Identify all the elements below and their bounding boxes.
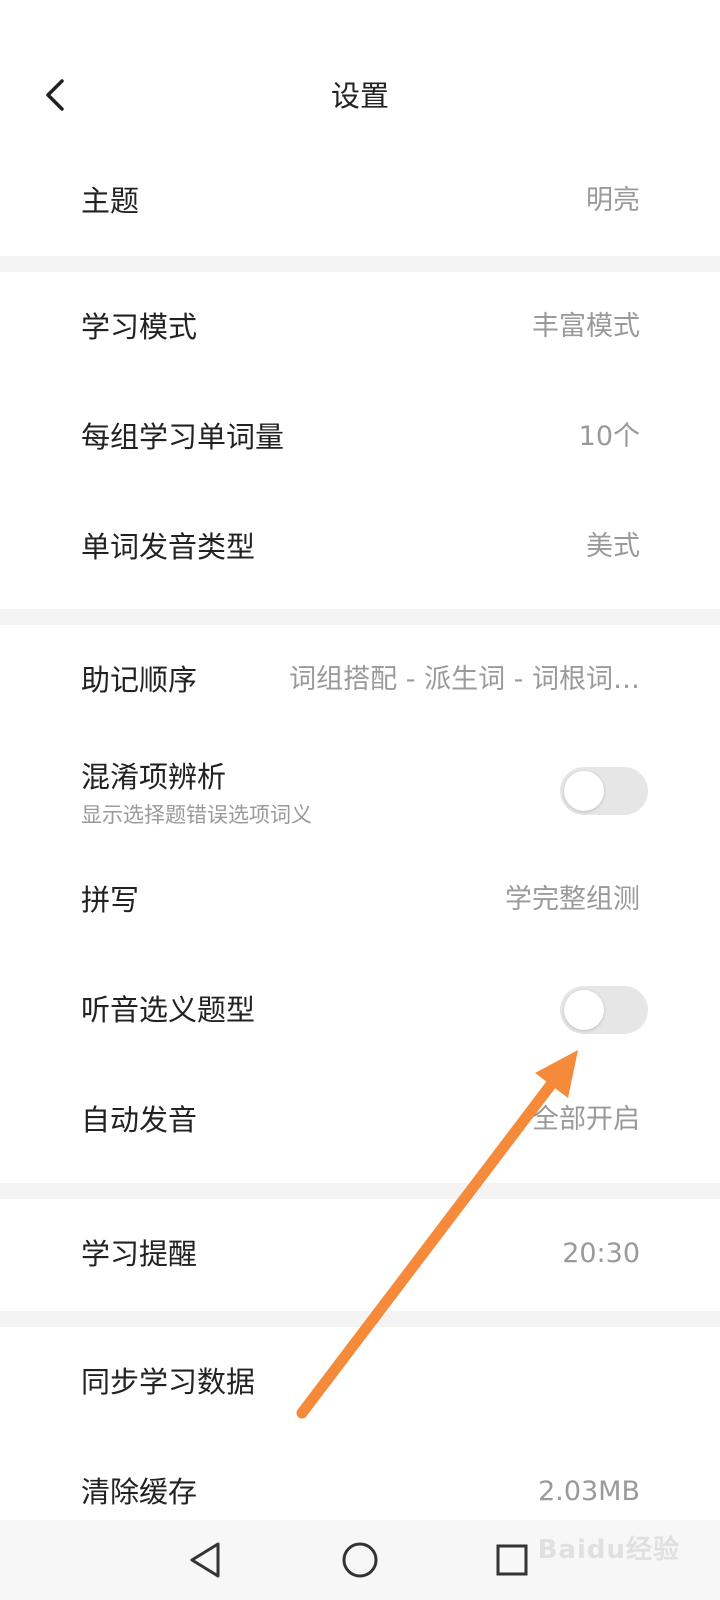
- setting-row-words-per-group[interactable]: 每组学习单词量 10个: [0, 382, 720, 492]
- setting-row-pronunciation[interactable]: 单词发音类型 美式: [0, 492, 720, 602]
- setting-label: 听音选义题型: [81, 993, 256, 1027]
- setting-label: 单词发音类型: [81, 530, 256, 564]
- setting-label: 学习提醒: [81, 1237, 198, 1271]
- setting-label: 助记顺序: [81, 663, 198, 697]
- setting-value: 词组搭配 - 派生词 - 词根词…: [289, 664, 640, 695]
- setting-label: 自动发音: [81, 1103, 198, 1137]
- setting-label: 拼写: [81, 883, 140, 917]
- section-divider: [0, 1183, 720, 1199]
- recents-square-icon: [496, 1544, 528, 1576]
- nav-back-button[interactable]: [175, 1530, 235, 1590]
- setting-sublabel: 显示选择题错误选项词义: [81, 803, 312, 827]
- setting-label: 主题: [81, 184, 140, 218]
- setting-label: 同步学习数据: [81, 1365, 256, 1399]
- setting-value: 明亮: [586, 185, 640, 216]
- confusion-toggle[interactable]: [560, 767, 648, 815]
- setting-row-reminder[interactable]: 学习提醒 20:30: [0, 1199, 720, 1309]
- setting-row-study-mode[interactable]: 学习模式 丰富模式: [0, 272, 720, 382]
- section-divider: [0, 1311, 720, 1327]
- home-circle-icon: [342, 1542, 378, 1578]
- setting-value: 学完整组测: [505, 884, 640, 915]
- setting-row-mnemonic-order[interactable]: 助记顺序 词组搭配 - 派生词 - 词根词…: [0, 625, 720, 735]
- toggle-knob: [564, 990, 604, 1030]
- nav-home-button[interactable]: [330, 1530, 390, 1590]
- setting-value: 10个: [578, 421, 640, 452]
- setting-label: 混淆项辨析: [81, 760, 227, 794]
- listening-toggle[interactable]: [560, 986, 648, 1034]
- setting-row-spelling[interactable]: 拼写 学完整组测: [0, 845, 720, 955]
- setting-row-confusion: 混淆项辨析 显示选择题错误选项词义: [0, 735, 720, 845]
- nav-recents-button[interactable]: [482, 1530, 542, 1590]
- page-title: 设置: [330, 79, 389, 113]
- section-divider: [0, 609, 720, 625]
- section-divider: [0, 256, 720, 272]
- setting-value: 全部开启: [532, 1104, 640, 1135]
- watermark: Baidu经验: [537, 1535, 680, 1565]
- back-triangle-icon: [190, 1542, 220, 1578]
- setting-label: 学习模式: [81, 310, 198, 344]
- setting-row-listening: 听音选义题型: [0, 955, 720, 1065]
- setting-row-theme[interactable]: 主题 明亮: [0, 146, 720, 256]
- setting-row-auto-pronounce[interactable]: 自动发音 全部开启: [0, 1065, 720, 1175]
- setting-value: 美式: [586, 531, 640, 562]
- setting-row-sync[interactable]: 同步学习数据: [0, 1327, 720, 1437]
- toggle-knob: [564, 771, 604, 811]
- setting-value: 20:30: [562, 1238, 640, 1269]
- setting-value: 丰富模式: [532, 311, 640, 342]
- setting-label: 每组学习单词量: [81, 420, 285, 454]
